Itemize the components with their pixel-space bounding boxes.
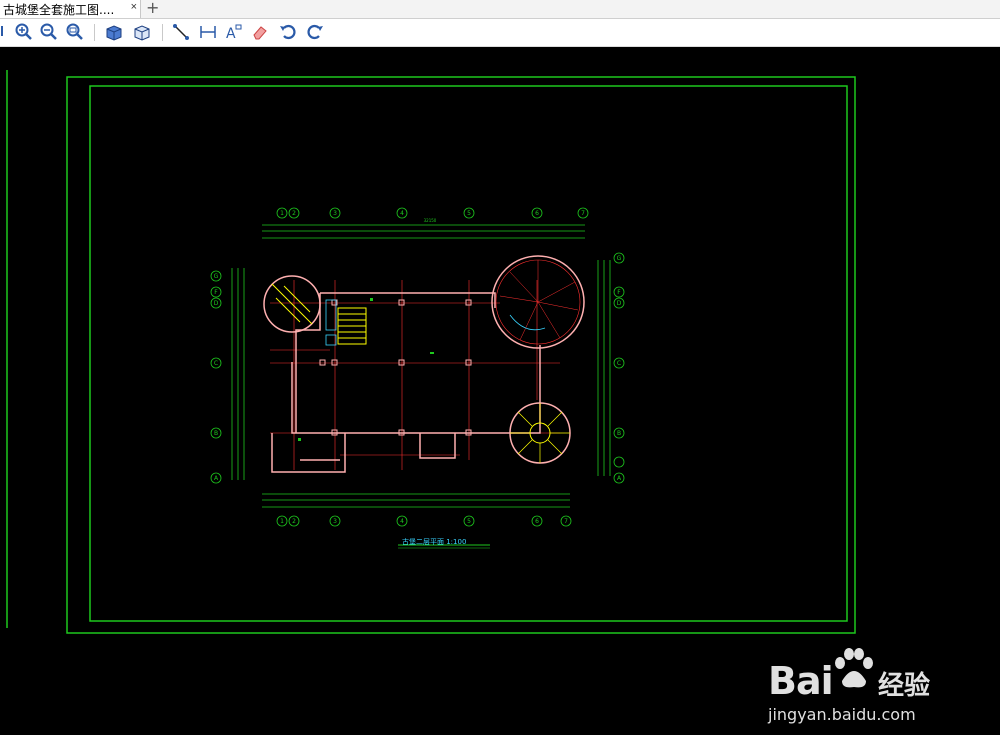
undo-icon[interactable] bbox=[278, 22, 298, 42]
baidu-watermark: Bai 经验 jingyan.baidu.com bbox=[768, 647, 968, 735]
zoom-in-icon[interactable] bbox=[14, 22, 34, 42]
toolbar: A bbox=[0, 19, 1000, 47]
watermark-url: jingyan.baidu.com bbox=[768, 705, 916, 724]
svg-text:A: A bbox=[617, 475, 622, 482]
close-tab-icon[interactable]: × bbox=[131, 1, 137, 13]
new-tab-icon[interactable]: + bbox=[146, 0, 159, 17]
svg-text:B: B bbox=[214, 430, 218, 437]
tab-bar: 古城堡全套施工图.... × + bbox=[0, 0, 1000, 19]
redo-icon[interactable] bbox=[305, 22, 325, 42]
text-icon[interactable]: A bbox=[224, 22, 244, 42]
svg-text:4: 4 bbox=[400, 210, 404, 217]
pan-icon[interactable] bbox=[0, 22, 14, 42]
view-box-icon[interactable] bbox=[132, 22, 152, 42]
svg-text:F: F bbox=[617, 289, 621, 296]
paw-icon bbox=[835, 648, 873, 688]
eraser-icon[interactable] bbox=[250, 22, 270, 42]
svg-text:A: A bbox=[226, 26, 236, 42]
toolbar-separator bbox=[94, 24, 95, 41]
dimension-icon[interactable] bbox=[198, 22, 218, 42]
svg-text:3: 3 bbox=[333, 210, 337, 217]
svg-text:C: C bbox=[214, 360, 218, 367]
svg-text:C: C bbox=[617, 360, 621, 367]
svg-text:7: 7 bbox=[581, 210, 585, 217]
plan-title: 古堡二层平面 1:100 bbox=[402, 538, 467, 546]
svg-text:D: D bbox=[214, 300, 219, 307]
zoom-window-icon[interactable] bbox=[65, 22, 85, 42]
svg-text:1: 1 bbox=[280, 518, 284, 525]
svg-text:G: G bbox=[214, 273, 219, 280]
svg-text:2: 2 bbox=[292, 210, 296, 217]
svg-text:2: 2 bbox=[292, 518, 296, 525]
svg-text:G: G bbox=[617, 255, 622, 262]
svg-text:1: 1 bbox=[280, 210, 284, 217]
svg-text:B: B bbox=[617, 430, 621, 437]
watermark-brand-cn: 经验 bbox=[878, 671, 931, 701]
document-tab[interactable]: 古城堡全套施工图.... × bbox=[0, 0, 141, 18]
svg-text:3: 3 bbox=[333, 518, 337, 525]
svg-text:F: F bbox=[214, 289, 218, 296]
svg-text:32150: 32150 bbox=[424, 218, 437, 223]
line-icon[interactable] bbox=[171, 22, 191, 42]
toolbar-separator bbox=[162, 24, 163, 41]
drawing-canvas[interactable]: 123 4567 123 4567 GFD CBA GFD CBA 32150 bbox=[0, 47, 1000, 724]
svg-text:6: 6 bbox=[535, 210, 539, 217]
svg-text:4: 4 bbox=[400, 518, 404, 525]
cad-drawing: 123 4567 123 4567 GFD CBA GFD CBA 32150 bbox=[6, 70, 856, 634]
view-3d-icon[interactable] bbox=[104, 22, 124, 42]
zoom-out-icon[interactable] bbox=[39, 22, 59, 42]
tab-title: 古城堡全套施工图.... bbox=[3, 2, 115, 17]
svg-text:6: 6 bbox=[535, 518, 539, 525]
svg-text:D: D bbox=[617, 300, 622, 307]
watermark-brand: Bai bbox=[768, 659, 834, 703]
svg-text:5: 5 bbox=[467, 210, 471, 217]
svg-text:5: 5 bbox=[467, 518, 471, 525]
svg-text:A: A bbox=[214, 475, 219, 482]
svg-text:7: 7 bbox=[564, 518, 568, 525]
